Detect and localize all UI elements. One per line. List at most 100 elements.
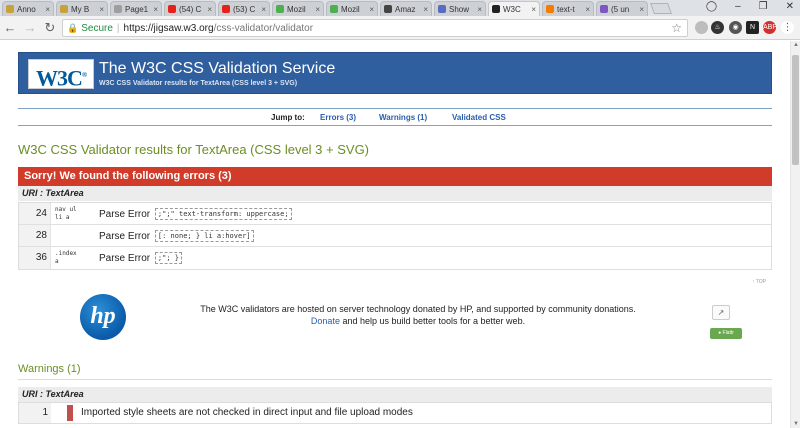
scrollbar-thumb[interactable] — [792, 55, 799, 165]
w3c-banner: W3C® The W3C CSS Validation Service W3C … — [18, 52, 772, 94]
new-tab-button[interactable] — [649, 3, 673, 14]
sponsor-line2-text: and help us build better tools for a bet… — [339, 316, 526, 326]
tab-close-icon[interactable]: × — [423, 5, 428, 14]
donate-link[interactable]: Donate — [311, 316, 340, 326]
flattr-button[interactable]: ● Flattr — [710, 328, 742, 339]
jump-to-nav: Jump to: Errors (3) Warnings (1) Validat… — [18, 108, 772, 126]
tab-close-icon[interactable]: × — [531, 5, 536, 14]
error-context: .index a — [55, 250, 77, 265]
error-row: 28 Parse Error [: none; } li a:hover] — [19, 225, 771, 247]
browser-tab[interactable]: W3C × — [488, 1, 540, 16]
error-message: Parse Error ;";" text-transform: upperca… — [99, 208, 292, 220]
profile-icon[interactable]: ◯ — [706, 1, 717, 12]
bookmark-star-icon[interactable]: ☆ — [671, 21, 682, 35]
tab-favicon-icon — [60, 5, 68, 13]
tab-favicon-icon — [438, 5, 446, 13]
sponsor-text: The W3C validators are hosted on server … — [158, 303, 678, 327]
warning-level-marker — [67, 405, 73, 421]
warnings-divider — [18, 379, 772, 380]
warnings-table: 1 Imported style sheets are not checked … — [18, 402, 772, 424]
tab-close-icon[interactable]: × — [207, 5, 212, 14]
minimize-icon[interactable]: – — [735, 1, 741, 12]
extension-icon-2[interactable]: ♨ — [711, 21, 724, 34]
error-context: nav ul li a — [55, 206, 77, 221]
error-message: Parse Error ;"; } — [99, 252, 182, 264]
jump-to-label: Jump to: — [271, 113, 305, 122]
menu-icon[interactable]: ⋮ — [781, 21, 794, 34]
error-line-number: 28 — [19, 225, 51, 246]
tab-favicon-icon — [168, 5, 176, 13]
tab-close-icon[interactable]: × — [477, 5, 482, 14]
tab-favicon-icon — [492, 5, 500, 13]
browser-tab[interactable]: text-t × — [542, 1, 594, 16]
url-host: https://jigsaw.w3.org — [123, 22, 214, 34]
sponsor-section: hp The W3C validators are hosted on serv… — [18, 289, 772, 355]
flattr-label: Flattr — [722, 330, 734, 336]
tab-favicon-icon — [276, 5, 284, 13]
w3c-logo-text: W3C — [35, 65, 83, 91]
errors-table: 24 nav ul li a Parse Error ;";" text-tra… — [18, 202, 772, 270]
tab-title: W3C — [503, 4, 521, 14]
browser-tab[interactable]: Amaz × — [380, 1, 432, 16]
forward-icon[interactable]: → — [20, 20, 40, 35]
window-controls: ◯ – ❐ ✕ — [706, 1, 794, 12]
browser-tab[interactable]: (53) C × — [218, 1, 270, 16]
browser-tab[interactable]: Mozil × — [272, 1, 324, 16]
browser-tab[interactable]: (5 un × — [596, 1, 648, 16]
address-bar[interactable]: 🔒 Secure | https://jigsaw.w3.org/css-val… — [62, 19, 688, 37]
tab-favicon-icon — [546, 5, 554, 13]
warning-line-number: 1 — [19, 403, 51, 423]
jump-validated-css-link[interactable]: Validated CSS — [452, 113, 506, 122]
tab-close-icon[interactable]: × — [261, 5, 266, 14]
tab-title: Mozil — [341, 4, 360, 14]
error-code: [: none; } li a:hover] — [154, 230, 254, 242]
browser-tab[interactable]: Mozil × — [326, 1, 378, 16]
scroll-down-icon[interactable]: ▼ — [793, 421, 799, 427]
address-separator: | — [116, 22, 120, 34]
errors-uri-label: URI : TextArea — [18, 186, 772, 201]
tab-title: text-t — [557, 4, 575, 14]
back-to-top-link[interactable]: ↑ TOP — [752, 279, 766, 285]
close-window-icon[interactable]: ✕ — [786, 1, 794, 12]
extension-icon-1[interactable] — [695, 21, 708, 34]
back-icon[interactable]: ← — [0, 20, 20, 35]
tab-close-icon[interactable]: × — [369, 5, 374, 14]
hp-logo[interactable]: hp — [80, 294, 126, 340]
browser-tab[interactable]: (54) C × — [164, 1, 216, 16]
tab-close-icon[interactable]: × — [99, 5, 104, 14]
tab-close-icon[interactable]: × — [585, 5, 590, 14]
scroll-up-icon[interactable]: ▲ — [793, 42, 799, 48]
tab-close-icon[interactable]: × — [45, 5, 50, 14]
browser-tab[interactable]: Page1 × — [110, 1, 162, 16]
tab-title: Anno — [17, 4, 36, 14]
tab-close-icon[interactable]: × — [315, 5, 320, 14]
reload-icon[interactable]: ↻ — [40, 20, 60, 36]
maximize-icon[interactable]: ❐ — [759, 1, 768, 12]
browser-tab[interactable]: Anno × — [2, 1, 54, 16]
page-viewport: W3C® The W3C CSS Validation Service W3C … — [0, 41, 790, 428]
jump-errors-link[interactable]: Errors (3) — [320, 113, 356, 122]
tab-close-icon[interactable]: × — [153, 5, 158, 14]
error-message: Parse Error [: none; } li a:hover] — [99, 230, 254, 242]
error-line-number: 36 — [19, 247, 51, 269]
share-icon[interactable]: ↗ — [712, 305, 730, 320]
tab-favicon-icon — [114, 5, 122, 13]
tab-favicon-icon — [384, 5, 392, 13]
extension-icon-3[interactable]: ◉ — [729, 21, 742, 34]
error-code: ;"; } — [154, 252, 182, 264]
jump-warnings-link[interactable]: Warnings (1) — [379, 113, 427, 122]
sponsor-line1: The W3C validators are hosted on server … — [200, 304, 636, 314]
browser-tab[interactable]: My B × — [56, 1, 108, 16]
extension-icon-n[interactable]: N — [746, 21, 759, 34]
banner-title: The W3C CSS Validation Service — [99, 60, 336, 77]
page-scrollbar[interactable]: ▲ ▼ — [790, 41, 800, 428]
browser-tab[interactable]: Show × — [434, 1, 486, 16]
browser-tab-strip: Anno × My B × Page1 × (54) C × (53) C × Mozil × Mozi… — [0, 0, 800, 16]
warnings-uri-label: URI : TextArea — [18, 387, 772, 402]
results-title: W3C CSS Validator results for TextArea (… — [18, 142, 370, 157]
tab-close-icon[interactable]: × — [639, 5, 644, 14]
browser-toolbar: ← → ↻ 🔒 Secure | https://jigsaw.w3.org/c… — [0, 16, 800, 40]
w3c-logo[interactable]: W3C® — [28, 59, 94, 91]
error-code: ;";" text-transform: uppercase; — [154, 208, 292, 220]
adblock-icon[interactable]: ABP — [763, 21, 777, 34]
